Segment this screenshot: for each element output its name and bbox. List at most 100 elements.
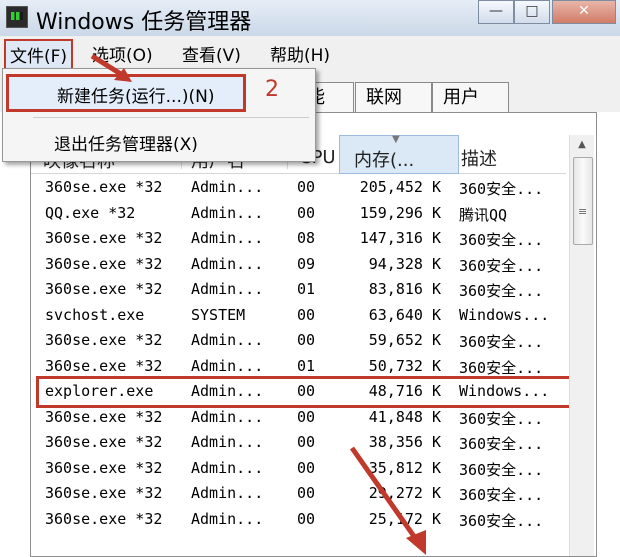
cell-cpu: 00 — [297, 458, 316, 477]
cell-cpu: 00 — [297, 509, 316, 528]
table-row[interactable]: 360se.exe *32 Admin... 08 147,316 K 360安全... — [31, 226, 571, 252]
cell-image-name: 360se.exe *32 — [45, 356, 163, 375]
cell-image-name: 360se.exe *32 — [45, 484, 163, 502]
table-row[interactable]: 360se.exe *32 Admin... 00 29,272 K 360安全... — [31, 481, 571, 507]
cell-user-name: Admin... — [191, 484, 264, 502]
cell-description: 360安全... — [459, 282, 544, 300]
scroll-thumb[interactable] — [573, 157, 593, 245]
cell-description: Windows... — [459, 382, 550, 400]
cell-image-name: explorer.exe — [45, 382, 154, 400]
cell-description: 360安全... — [459, 460, 544, 479]
cell-cpu: 01 — [297, 356, 316, 375]
scroll-grip-icon: ≡ — [578, 205, 588, 218]
cell-description: 360安全... — [459, 358, 544, 377]
table-row[interactable]: 360se.exe *32 Admin... 09 94,328 K 360安全... — [31, 252, 571, 278]
cell-user-name: Admin... — [191, 203, 264, 222]
file-dropdown-menu: 新建任务(运行...)(N) 2 退出任务管理器(X) — [2, 68, 316, 162]
cell-user-name: Admin... — [191, 229, 264, 247]
cell-description: 360安全... — [459, 180, 544, 198]
menu-item-new-task-label: 新建任务(运行...)(N) — [57, 87, 215, 107]
cell-memory: 35,812 K — [368, 458, 441, 477]
minimize-button[interactable]: — — [478, 0, 514, 24]
cell-memory: 38,356 K — [368, 433, 441, 451]
scroll-up-icon[interactable]: ▲ — [570, 139, 594, 155]
cell-description: 360安全... — [459, 435, 544, 453]
maximize-button[interactable]: □ — [514, 0, 550, 24]
cell-image-name: 360se.exe *32 — [45, 229, 163, 247]
cell-memory: 50,732 K — [368, 356, 441, 375]
process-list: 映像名称 用户名 CPU ▼ 内存(... 描述 360se.exe *32Ad… — [30, 112, 597, 557]
tab-users[interactable]: 用户 — [432, 82, 509, 113]
column-description[interactable]: 描述 — [461, 145, 497, 171]
cell-cpu: 09 — [297, 254, 316, 273]
cell-image-name: 360se.exe *32 — [45, 407, 163, 426]
menu-help[interactable]: 帮助(H) — [270, 41, 330, 66]
cell-description: 腾讯QQ — [459, 205, 508, 224]
cell-cpu: 00 — [297, 178, 316, 196]
cell-user-name: Admin... — [191, 458, 264, 477]
cell-cpu: 08 — [297, 229, 316, 247]
cell-image-name: 360se.exe *32 — [45, 458, 163, 477]
cell-memory: 147,316 K — [359, 229, 441, 247]
cell-memory: 159,296 K — [359, 203, 441, 222]
cell-description: 360安全... — [459, 486, 544, 504]
sort-descending-icon: ▼ — [392, 134, 400, 145]
cell-description: 360安全... — [459, 333, 544, 351]
cell-user-name: Admin... — [191, 433, 264, 451]
table-row[interactable]: 360se.exe *32 Admin... 01 50,732 K 360安全... — [31, 354, 571, 380]
tab-networking[interactable]: 联网 — [355, 82, 432, 113]
menu-item-exit-label: 退出任务管理器(X) — [54, 135, 198, 155]
cell-user-name: Admin... — [191, 331, 264, 349]
cell-cpu: 00 — [297, 331, 316, 349]
cell-description: Windows... — [459, 305, 550, 324]
cell-memory: 41,848 K — [368, 407, 441, 426]
step-number-label: 2 — [265, 77, 279, 102]
menu-view[interactable]: 查看(V) — [182, 41, 241, 66]
cell-image-name: svchost.exe — [45, 305, 145, 324]
table-row[interactable]: 360se.exe *32 Admin... 00 35,812 K 360安全... — [31, 456, 571, 482]
cell-image-name: 360se.exe *32 — [45, 280, 163, 298]
cell-description: 360安全... — [459, 256, 544, 275]
cell-description: 360安全... — [459, 409, 544, 428]
table-row[interactable]: 360se.exe *32 Admin... 01 83,816 K 360安全... — [31, 277, 571, 303]
table-row[interactable]: svchost.exe SYSTEM 00 63,640 K Windows... — [31, 303, 571, 329]
cell-memory: 94,328 K — [368, 254, 441, 273]
cell-user-name: Admin... — [191, 254, 264, 273]
cell-memory: 205,452 K — [359, 178, 441, 196]
cell-memory: 48,716 K — [368, 382, 441, 400]
vertical-scrollbar[interactable]: ▲ ≡ — [569, 135, 594, 556]
cell-memory: 29,272 K — [368, 484, 441, 502]
column-memory-label: 内存(... — [354, 150, 415, 171]
table-row[interactable]: QQ.exe *32 Admin... 00 159,296 K 腾讯QQ — [31, 201, 571, 227]
cell-cpu: 00 — [297, 203, 316, 222]
cell-memory: 63,640 K — [368, 305, 441, 324]
menu-options[interactable]: 选项(O) — [92, 41, 153, 66]
cell-image-name: 360se.exe *32 — [45, 331, 163, 349]
cell-image-name: QQ.exe *32 — [45, 203, 136, 222]
close-button[interactable]: ✕ — [552, 0, 616, 24]
cell-user-name: SYSTEM — [191, 305, 246, 324]
cell-image-name: 360se.exe *32 — [45, 433, 163, 451]
menu-file[interactable]: 文件(F) — [4, 39, 74, 70]
table-row-highlighted[interactable]: explorer.exe Admin... 00 48,716 K Windows... — [36, 376, 574, 408]
cell-user-name: Admin... — [191, 407, 264, 426]
table-row[interactable]: 360se.exe *32 Admin... 00 41,848 K 360安全... — [31, 405, 571, 431]
cell-user-name: Admin... — [191, 509, 264, 528]
cell-memory: 25,172 K — [368, 509, 441, 528]
cell-image-name: 360se.exe *32 — [45, 509, 163, 528]
menu-item-exit[interactable]: 退出任务管理器(X) — [6, 125, 240, 157]
menu-item-new-task[interactable]: 新建任务(运行...)(N) — [6, 74, 246, 112]
cell-image-name: 360se.exe *32 — [45, 254, 163, 273]
cell-description: 360安全... — [459, 511, 544, 530]
table-row[interactable]: 360se.exe *32 Admin... 00 25,172 K 360安全... — [31, 507, 571, 533]
cell-cpu: 00 — [297, 484, 316, 502]
table-row[interactable]: 360se.exe *32 Admin... 00 205,452 K 360安全... — [31, 175, 571, 201]
table-row[interactable]: 360se.exe *32 Admin... 00 38,356 K 360安全... — [31, 430, 571, 456]
cell-description: 360安全... — [459, 231, 544, 249]
column-memory[interactable]: ▼ 内存(... — [339, 134, 459, 174]
cell-cpu: 00 — [297, 382, 316, 400]
table-row[interactable]: 360se.exe *32 Admin... 00 59,652 K 360安全... — [31, 328, 571, 354]
cell-cpu: 00 — [297, 433, 316, 451]
title-bar: Windows 任务管理器 — □ ✕ — [0, 0, 620, 36]
cell-cpu: 01 — [297, 280, 316, 298]
